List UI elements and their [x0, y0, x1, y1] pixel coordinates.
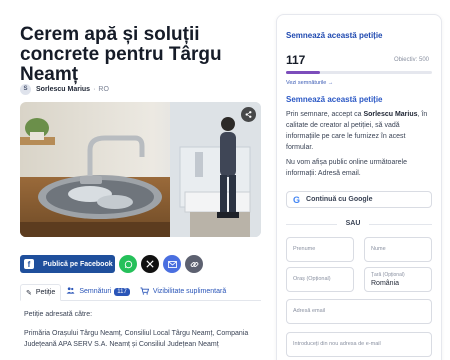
email-confirm-field[interactable]: Introduceți din nou adresa de e-mail [286, 332, 432, 357]
tab-visibility-label: Vizibilitate suplimentară [152, 288, 227, 295]
more-icon[interactable] [241, 107, 256, 122]
last-name-placeholder: Nume [371, 246, 386, 252]
first-name-placeholder: Prenume [293, 246, 316, 252]
avatar: S [20, 83, 31, 95]
consent-text-start: Prin semnare, accept ca [286, 111, 364, 118]
email-field[interactable]: Adresă email [286, 299, 432, 324]
author-separator: · [93, 85, 96, 93]
consent-author-name: Sorlescu Marius [363, 111, 418, 118]
signature-progress-fill [286, 71, 321, 74]
email-icon [167, 260, 177, 268]
city-placeholder: Oraș (Opțional) [293, 276, 331, 282]
signature-count: 117 [286, 53, 306, 67]
page-title: Cerem apă și soluții concrete pentru Târ… [20, 24, 222, 85]
share-x-button[interactable] [141, 255, 159, 273]
sign-form-title: Semnează această petiție [286, 95, 383, 104]
sign-card-title: Semnează această petiție [286, 31, 383, 40]
share-buttons: f Publică pe Facebook [20, 255, 203, 273]
author-info: S Sorlescu Marius · RO [20, 82, 109, 96]
share-facebook-button[interactable]: f Publică pe Facebook [20, 255, 115, 273]
whatsapp-icon [124, 260, 132, 268]
continue-with-google-button[interactable]: G Continuă cu Google [286, 191, 432, 208]
last-name-field[interactable]: Nume [364, 237, 432, 262]
facebook-icon: f [24, 259, 34, 269]
addressed-to-label: Petiție adresată către: [24, 311, 93, 318]
email-confirm-placeholder: Introduceți din nou adresa de e-mail [293, 341, 381, 347]
consent-text: Prin semnare, accept ca Sorlescu Marius,… [286, 109, 434, 153]
petition-tabs: ✎ Petiție Semnături 117 Vizibilitate sup… [20, 284, 261, 301]
country-label: Țară (Opțional) [371, 272, 405, 278]
author-country: RO [98, 85, 109, 93]
tab-visibility[interactable]: Vizibilitate suplimentară [135, 283, 231, 300]
or-divider-label: SAU [337, 220, 369, 227]
petition-main: Cerem apă și soluții concrete pentru Târ… [0, 0, 272, 360]
tab-petition-label: Petiție [35, 289, 56, 296]
share-email-button[interactable] [163, 255, 181, 273]
share-whatsapp-button[interactable] [119, 255, 137, 273]
share-facebook-label: Publică pe Facebook [43, 260, 113, 268]
signature-goal: Obiectiv: 500 [393, 57, 429, 63]
google-button-label: Continuă cu Google [306, 196, 373, 203]
sign-card: Semnează această petiție 117 Obiectiv: 5… [276, 14, 442, 360]
signature-progress-bar [286, 71, 432, 74]
google-icon: G [293, 194, 301, 205]
cart-icon [140, 286, 149, 297]
link-icon [190, 261, 198, 267]
country-select[interactable]: Țară (Opțional) România [364, 267, 432, 292]
country-value: România [371, 280, 400, 287]
page: Cerem apă și soluții concrete pentru Târ… [0, 0, 450, 360]
city-field[interactable]: Oraș (Opțional) [286, 267, 354, 292]
privacy-note: Nu vom afișa public online următoarele i… [286, 159, 408, 177]
first-name-field[interactable]: Prenume [286, 237, 354, 262]
addressed-to-text: Primăria Orașului Târgu Neamț, Consiliul… [24, 330, 249, 348]
tab-signatures[interactable]: Semnături 117 [61, 283, 134, 300]
x-icon [146, 260, 154, 268]
author-name[interactable]: Sorlescu Marius [36, 86, 90, 93]
petition-image [20, 102, 261, 237]
tab-petition[interactable]: ✎ Petiție [20, 284, 62, 301]
copy-link-button[interactable] [185, 255, 203, 273]
tab-signatures-label: Semnături [79, 288, 112, 295]
people-icon [66, 287, 75, 296]
view-signatures-link[interactable]: Vezi semnăturile → [286, 80, 333, 86]
kitchen-photo [20, 102, 261, 237]
email-placeholder: Adresă email [293, 308, 326, 314]
pencil-icon: ✎ [26, 289, 32, 297]
signatures-count-badge: 117 [114, 287, 130, 296]
